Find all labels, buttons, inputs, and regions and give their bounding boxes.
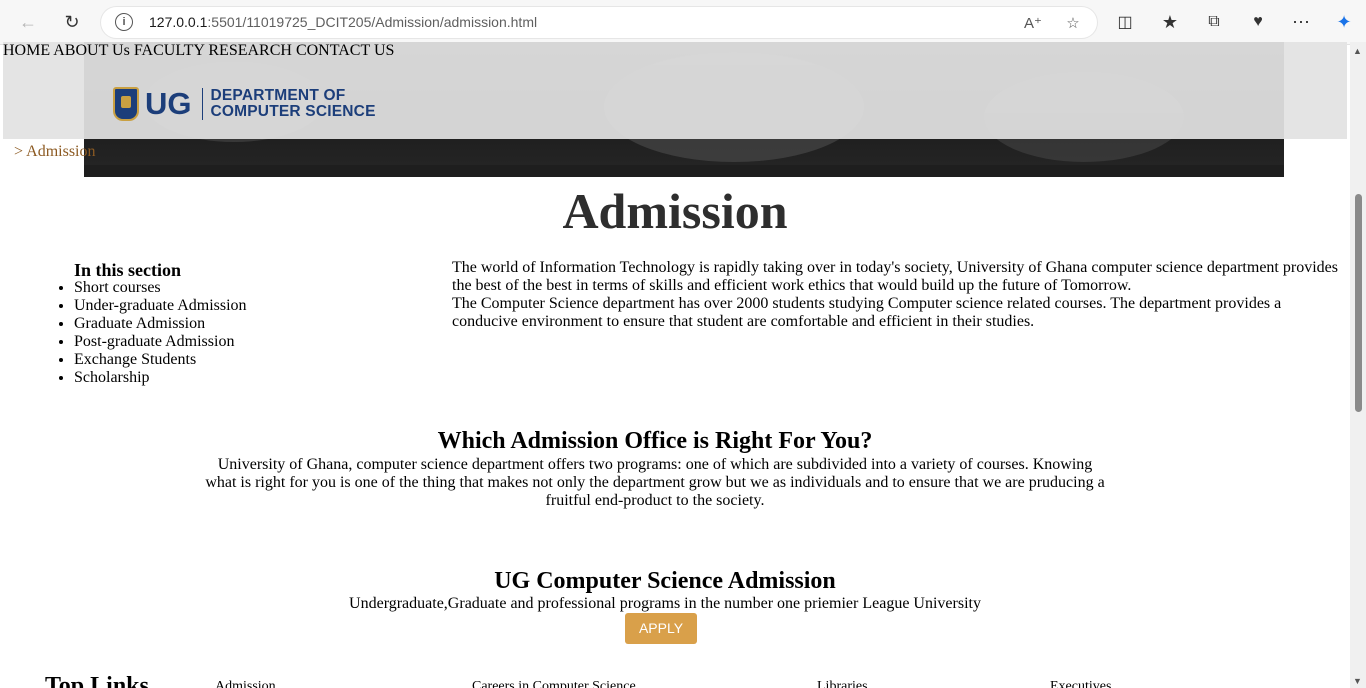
url-text[interactable]: 127.0.0.1:5501/11019725_DCIT205/Admissio…: [149, 14, 537, 30]
top-links-heading: Top Links: [45, 673, 149, 688]
ugcs-admission-heading: UG Computer Science Admission: [494, 568, 836, 594]
footer-link-executives[interactable]: Executives: [1050, 679, 1111, 688]
nav-contact[interactable]: CONTACT US: [296, 42, 394, 59]
page-title: Admission: [562, 183, 788, 239]
split-screen-icon[interactable]: ◫: [1111, 8, 1139, 36]
list-item[interactable]: Scholarship: [74, 369, 247, 387]
logo-ug-text: UG: [145, 86, 192, 121]
logo-divider: [201, 88, 203, 120]
list-item[interactable]: Post-graduate Admission: [74, 333, 247, 351]
vertical-scrollbar[interactable]: ▲ ▼: [1350, 42, 1366, 688]
scroll-down-icon[interactable]: ▼: [1353, 676, 1362, 686]
main-nav: HOME ABOUT Us FACULTY RESEARCH CONTACT U…: [3, 42, 1347, 60]
footer-link-admission[interactable]: Admission: [215, 679, 276, 688]
favorite-star-icon[interactable]: ☆: [1061, 11, 1085, 35]
intro-text: The world of Information Technology is r…: [452, 259, 1344, 331]
section-links: Short courses Under-graduate Admission G…: [56, 279, 247, 387]
nav-home[interactable]: HOME: [3, 42, 50, 59]
logo-dept-text: DEPARTMENT OF COMPUTER SCIENCE: [210, 87, 376, 120]
site-header: UG DEPARTMENT OF COMPUTER SCIENCE HOME A…: [3, 42, 1347, 139]
footer-link-careers[interactable]: Careers in Computer Science: [472, 679, 636, 688]
browser-essentials-icon[interactable]: ♥: [1244, 8, 1272, 36]
read-aloud-icon[interactable]: A⁺: [1021, 11, 1045, 35]
nav-research[interactable]: RESEARCH: [208, 42, 292, 59]
browser-toolbar: ← ↻ i 127.0.0.1:5501/11019725_DCIT205/Ad…: [0, 0, 1366, 45]
scroll-up-icon[interactable]: ▲: [1353, 46, 1362, 56]
info-icon[interactable]: i: [115, 13, 133, 31]
ugcs-admission-text: Undergraduate,Graduate and professional …: [349, 595, 981, 612]
which-office-heading: Which Admission Office is Right For You?: [437, 428, 873, 454]
hero-bottom-strip: [84, 165, 1284, 177]
crest-icon: [113, 87, 139, 121]
scroll-thumb[interactable]: [1355, 194, 1362, 412]
page-viewport: UG DEPARTMENT OF COMPUTER SCIENCE HOME A…: [3, 42, 1347, 688]
breadcrumb[interactable]: > Admission: [14, 143, 95, 161]
nav-about[interactable]: ABOUT Us: [53, 42, 130, 59]
site-logo[interactable]: UG DEPARTMENT OF COMPUTER SCIENCE: [113, 86, 376, 122]
intro-paragraph-1: The world of Information Technology is r…: [452, 259, 1338, 294]
list-item[interactable]: Short courses: [74, 279, 247, 297]
which-office-text: University of Ghana, computer science de…: [205, 456, 1105, 509]
footer-link-libraries[interactable]: Libraries: [817, 679, 868, 688]
apply-button[interactable]: APPLY: [625, 613, 697, 644]
list-item[interactable]: Exchange Students: [74, 351, 247, 369]
favorites-icon[interactable]: ★: [1156, 8, 1184, 36]
list-item[interactable]: Under-graduate Admission: [74, 297, 247, 315]
intro-paragraph-2: The Computer Science department has over…: [452, 295, 1282, 330]
back-icon[interactable]: ←: [14, 8, 42, 36]
copilot-icon[interactable]: ✦: [1330, 8, 1358, 36]
refresh-icon[interactable]: ↻: [58, 8, 86, 36]
list-item[interactable]: Graduate Admission: [74, 315, 247, 333]
collections-icon[interactable]: ⧉: [1200, 8, 1228, 36]
more-options-icon[interactable]: ⋯: [1287, 8, 1315, 36]
section-heading: In this section: [74, 260, 182, 280]
nav-faculty[interactable]: FACULTY: [134, 42, 205, 59]
address-bar[interactable]: i 127.0.0.1:5501/11019725_DCIT205/Admiss…: [101, 7, 1097, 38]
